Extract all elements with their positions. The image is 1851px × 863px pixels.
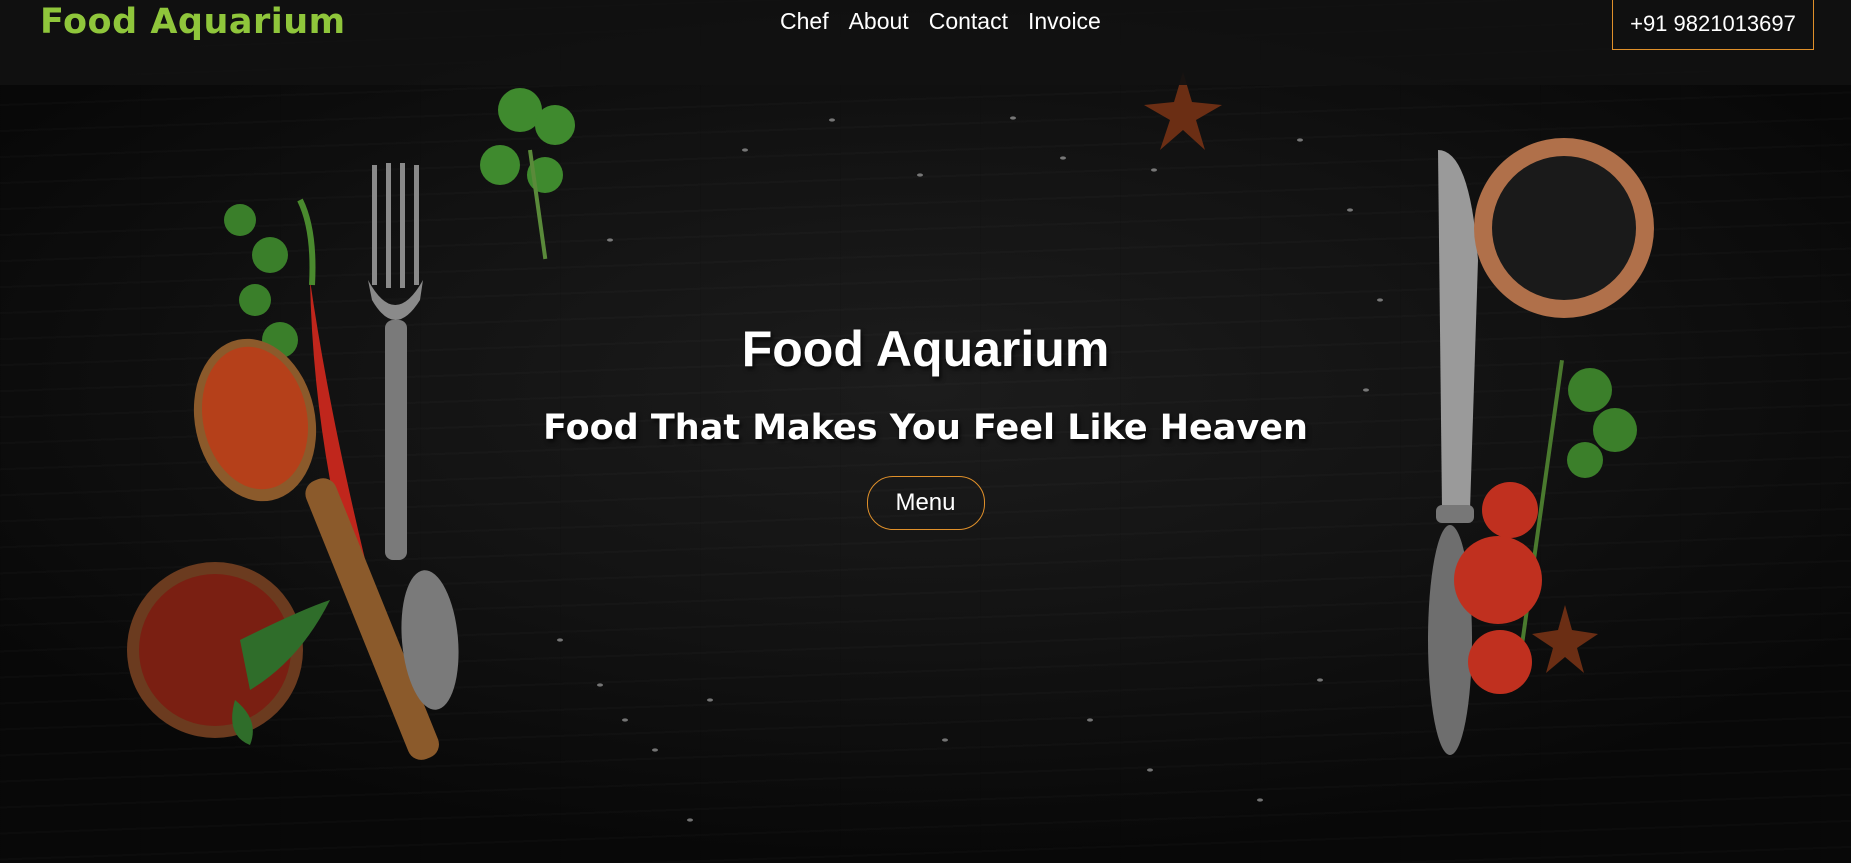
hero-content: Food Aquarium Food That Makes You Feel L… [0,320,1851,530]
nav-link-about[interactable]: About [849,8,909,35]
phone-button[interactable]: +91 9821013697 [1612,0,1814,50]
top-navbar: Food Aquarium Chef About Contact Invoice… [0,0,1851,85]
nav-link-invoice[interactable]: Invoice [1028,8,1101,35]
nav-link-contact[interactable]: Contact [929,8,1008,35]
brand-logo[interactable]: Food Aquarium [40,2,346,42]
menu-button[interactable]: Menu [866,476,985,530]
nav-links: Chef About Contact Invoice [780,8,1101,35]
nav-link-chef[interactable]: Chef [780,8,829,35]
hero-title: Food Aquarium [741,321,1110,377]
hero-subtitle: Food That Makes You Feel Like Heaven [543,408,1308,448]
